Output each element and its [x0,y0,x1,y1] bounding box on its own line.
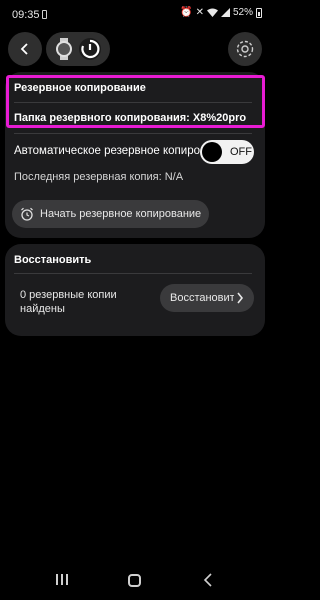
toggle-state-label: OFF [230,146,252,158]
divider [14,273,252,274]
device-selector[interactable] [46,32,110,66]
alarm-clock-icon [21,207,33,221]
wifi-icon [206,8,218,17]
status-bar: 09:35 ⏰ ✕ 52% [0,0,270,30]
back-arrow-icon [20,43,28,55]
start-backup-button[interactable]: Начать резервное копирование [12,200,209,228]
restore-status-text: 0 резервные копии найдены [20,289,117,315]
back-button[interactable] [8,32,42,66]
auto-backup-toggle[interactable]: OFF [200,140,254,164]
home-icon[interactable] [128,574,141,587]
header [0,28,270,66]
backup-folder-label[interactable]: Папка резервного копирования: X8%20pro [14,112,246,124]
battery-saver-icon [42,10,47,19]
toggle-knob [202,142,222,162]
back-icon[interactable] [203,572,213,588]
navigation-bar [0,566,270,600]
status-time: 09:35 [12,9,40,21]
restore-title: Восстановить [14,254,92,266]
screen: 09:35 ⏰ ✕ 52% Резервное копирование Папк… [0,0,270,600]
power-sync-icon[interactable] [78,37,102,61]
restore-button-label: Восстановить [170,292,234,304]
last-backup-text: Последняя резервная копия: N/A [14,171,184,183]
chevron-right-icon [237,292,244,304]
restore-button[interactable]: Восстановить [160,284,254,312]
auto-backup-label: Автоматическое резервное копирование [14,145,200,157]
start-backup-label: Начать резервное копирование [40,208,202,220]
status-icons: ⏰ ✕ 52% [180,7,262,18]
battery-icon [256,7,262,18]
divider [14,102,252,103]
mute-icon: ✕ [195,7,204,18]
settings-button[interactable] [228,32,262,66]
divider [14,133,252,134]
signal-icon [220,8,230,17]
recents-icon[interactable] [56,574,68,585]
alarm-icon: ⏰ [180,7,193,18]
backup-title: Резервное копирование [14,82,146,94]
settings-circle-icon [236,40,254,58]
watch-icon[interactable] [55,38,73,60]
battery-percent: 52% [232,7,253,18]
